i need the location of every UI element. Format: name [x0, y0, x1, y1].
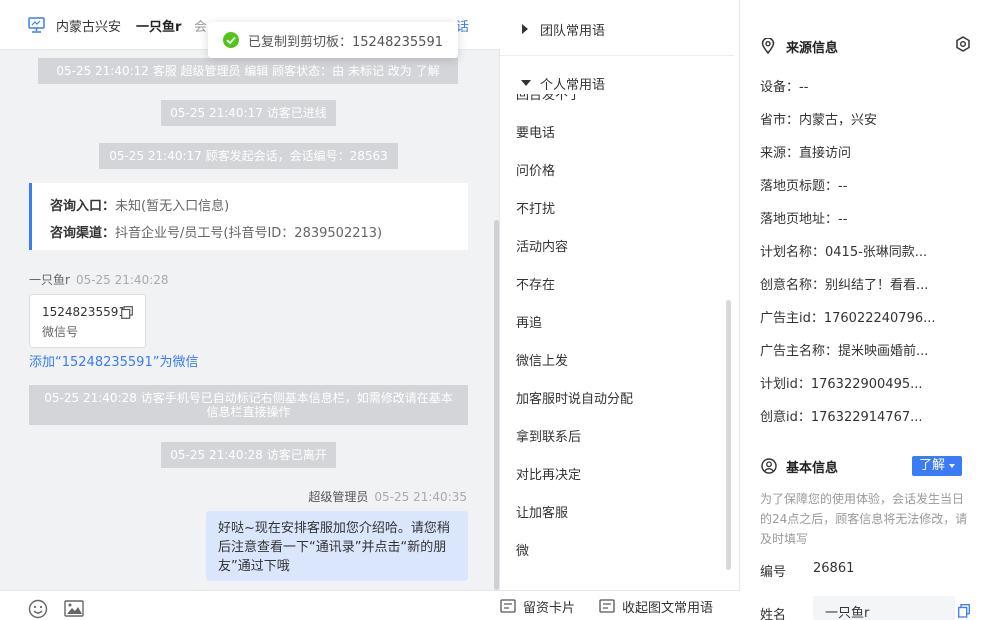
- agent-time: 05-25 21:40:35: [374, 490, 467, 504]
- creative-name: 创意名称：别纠结了！看看...: [760, 278, 929, 293]
- phrase-item[interactable]: 不打扰: [516, 198, 555, 217]
- location-pin-icon: [761, 38, 775, 54]
- lead-card-button[interactable]: 留资卡片: [500, 597, 575, 616]
- landing-page-title: 落地页标题：--: [760, 179, 848, 194]
- card-icon: [500, 599, 516, 613]
- phrase-item[interactable]: 不存在: [516, 274, 555, 293]
- status-dropdown[interactable]: 了解: [912, 456, 962, 476]
- chat-panel: 内蒙古兴安 一只鱼r 会 话 已复制到剪切板：15248235591 05-25…: [0, 0, 500, 620]
- customer-location: 内蒙古兴安: [56, 20, 122, 35]
- name-label: 姓名: [760, 608, 787, 620]
- consult-entry-card: 咨询入口：未知(暂无入口信息) 咨询渠道：抖音企业号/员工号(抖音号ID：283…: [29, 183, 468, 250]
- check-circle-icon: [223, 32, 239, 48]
- agent-message-bubble: 好哒~现在安排客服加您介绍哈。请您稍后注意查看一下“通讯录”并点击“新的朋友”通…: [206, 511, 468, 581]
- advertiser-name: 广告主名称：提米映画婚前...: [760, 344, 929, 359]
- phrase-item[interactable]: 拿到联系后: [516, 426, 581, 445]
- basic-info-title: 基本信息: [760, 457, 838, 476]
- header-extra-text: 会: [194, 20, 208, 35]
- phrases-footer: 留资卡片 收起图文常用语: [500, 590, 740, 620]
- user-circle-icon: [761, 458, 777, 474]
- name-field[interactable]: 一只鱼r: [813, 596, 955, 620]
- visitor-name: 一只鱼r: [29, 273, 70, 287]
- plan-id: 计划id：176322900495...: [760, 377, 923, 392]
- plan-name: 计划名称：0415-张琳同款...: [760, 245, 928, 260]
- team-phrases-header[interactable]: 团队常用语: [500, 16, 734, 44]
- chat-toolbar: [0, 590, 500, 620]
- phrase-item-clipped[interactable]: 回台发不了: [500, 94, 734, 102]
- system-message: 05-25 21:40:12 客服 超级管理员 编辑 顾客状态：由 未标记 改为…: [38, 58, 458, 84]
- advertiser-id: 广告主id：176022240796...: [760, 311, 936, 326]
- caret-right-icon: [522, 24, 528, 34]
- phrases-panel: 团队常用语 个人常用语 回台发不了 要电话 问价格 不打扰 活动内容 不存在 再…: [500, 0, 740, 620]
- visitor-time: 05-25 21:40:28: [75, 273, 169, 287]
- source-info-title: 来源信息: [760, 37, 838, 56]
- app-window: 内蒙古兴安 一只鱼r 会 话 已复制到剪切板：15248235591 05-25…: [0, 0, 986, 620]
- system-message: 05-25 21:40:17 访客已进线: [161, 100, 336, 126]
- phrase-item[interactable]: 微: [516, 540, 529, 559]
- system-message: 05-25 21:40:28 访客已离开: [161, 442, 336, 468]
- landing-page-url: 落地页地址：--: [760, 212, 848, 227]
- system-message: 05-25 21:40:17 顾客发起会话，会话编号：28563: [99, 143, 398, 169]
- channel-row: 咨询渠道：抖音企业号/员工号(抖音号ID：2839502213): [50, 226, 383, 241]
- agent-meta: 超级管理员 05-25 21:40:35: [308, 488, 467, 505]
- chat-scrollbar[interactable]: [494, 220, 499, 590]
- phrase-item[interactable]: 对比再决定: [516, 464, 581, 483]
- info-panel: 来源信息 设备：-- 省市：内蒙古，兴安 来源：直接访问 落地页标题：-- 落地…: [740, 0, 986, 620]
- collapse-phrases-button[interactable]: 收起图文常用语: [599, 597, 713, 616]
- copy-icon[interactable]: [958, 604, 970, 618]
- customer-name: 一只鱼r: [136, 20, 182, 35]
- emoji-icon[interactable]: [28, 599, 48, 619]
- phrase-item[interactable]: 要电话: [516, 122, 555, 141]
- wechat-label: 微信号: [42, 325, 79, 339]
- visitor-meta: 一只鱼r 05-25 21:40:28: [29, 271, 169, 288]
- phrase-item[interactable]: 再追: [516, 312, 542, 331]
- number-value: 26861: [813, 561, 855, 576]
- number-label: 编号: [760, 565, 787, 580]
- phrase-item[interactable]: 问价格: [516, 160, 555, 179]
- edit-hint: 为了保障您的使用体验，会话发生当日的24点之后，顾客信息将无法修改，请及时填写: [760, 492, 968, 546]
- caret-down-icon: [949, 463, 955, 468]
- phrase-item[interactable]: 微信上发: [516, 350, 568, 369]
- phrase-item[interactable]: 活动内容: [516, 236, 568, 255]
- source-region: 省市：内蒙古，兴安: [760, 113, 878, 128]
- phrase-item[interactable]: 让加客服: [516, 502, 568, 521]
- copy-icon[interactable]: [121, 306, 133, 319]
- image-icon[interactable]: [64, 600, 84, 617]
- caret-down-icon: [521, 80, 531, 86]
- copy-toast: 已复制到剪切板：15248235591: [208, 22, 458, 58]
- source-origin: 来源：直接访问: [760, 146, 852, 161]
- creative-id: 创意id：176322914767...: [760, 410, 923, 425]
- entry-row: 咨询入口：未知(暂无入口信息): [50, 199, 230, 214]
- monitor-icon: [28, 17, 45, 33]
- card-icon: [599, 599, 615, 613]
- wechat-number: 15248235591: [42, 305, 126, 319]
- toast-text: 已复制到剪切板：15248235591: [248, 35, 443, 50]
- phrases-scrollbar[interactable]: [726, 300, 731, 570]
- system-message: 05-25 21:40:28 访客手机号已自动标记右侧基本信息栏，如需修改请在基…: [29, 385, 468, 425]
- agent-name: 超级管理员: [308, 490, 369, 504]
- add-wechat-link[interactable]: 添加“15248235591”为微信: [29, 351, 198, 370]
- divider: [500, 55, 734, 56]
- phrase-item[interactable]: 加客服时说自动分配: [516, 388, 633, 407]
- wechat-card[interactable]: 15248235591 微信号: [29, 294, 146, 348]
- source-device: 设备：--: [760, 80, 809, 95]
- settings-icon[interactable]: [955, 36, 971, 52]
